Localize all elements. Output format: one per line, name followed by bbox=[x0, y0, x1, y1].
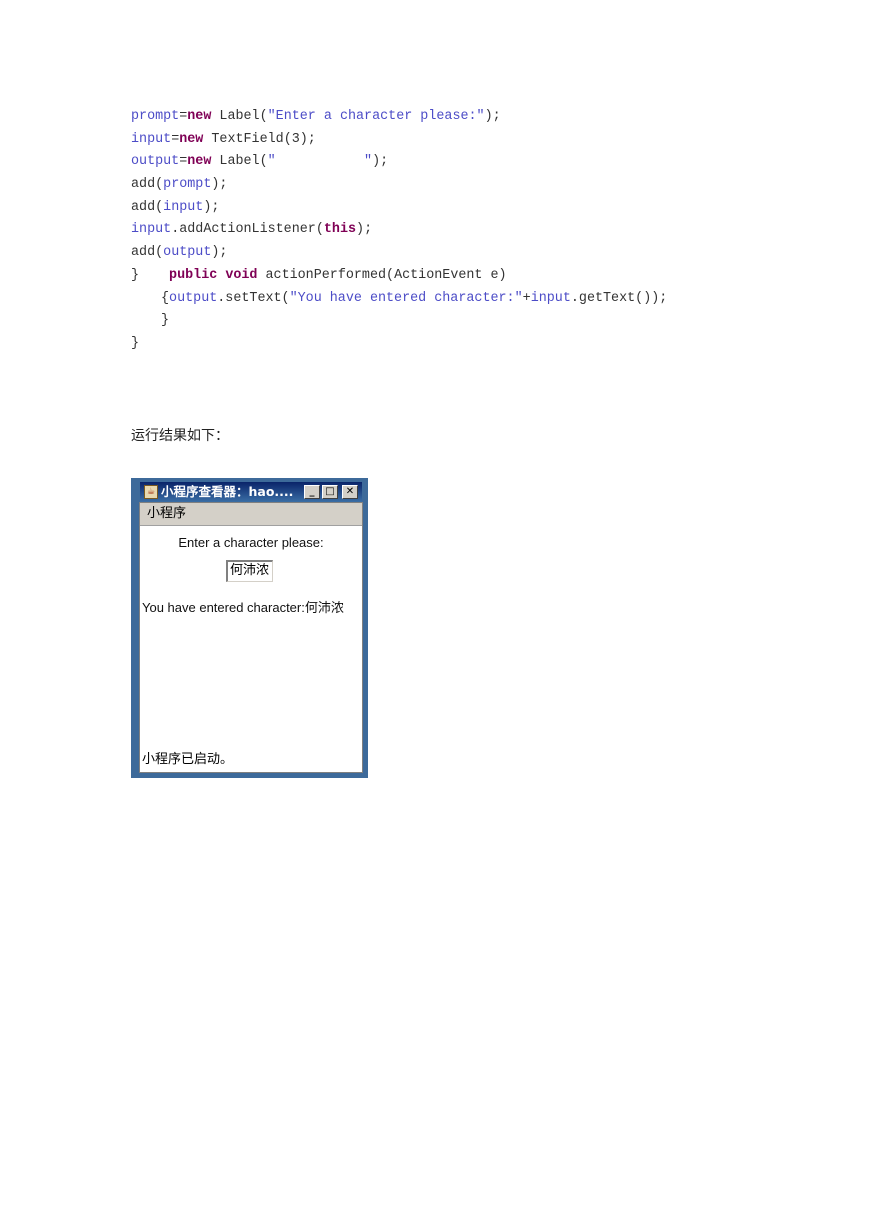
code-line: prompt=new Label("Enter a character plea… bbox=[131, 109, 501, 124]
applet-viewer-window: ☕ 小程序查看器：hao.... _ □ ✕ 小程序 Enter a chara… bbox=[131, 478, 368, 778]
output-label: You have entered character:何沛浓 bbox=[142, 600, 344, 615]
java-app-icon: ☕ bbox=[144, 485, 158, 499]
window-titlebar[interactable]: ☕ 小程序查看器：hao.... _ □ ✕ bbox=[140, 482, 362, 502]
maximize-button[interactable]: □ bbox=[322, 485, 338, 499]
code-line: {output.setText("You have entered charac… bbox=[161, 290, 668, 306]
close-button[interactable]: ✕ bbox=[342, 485, 358, 499]
menu-applet[interactable]: 小程序 bbox=[147, 506, 186, 522]
code-line: } bbox=[131, 335, 140, 351]
code-line: add(input); bbox=[131, 199, 220, 215]
code-line: add(prompt); bbox=[131, 177, 228, 193]
minimize-button[interactable]: _ bbox=[304, 485, 320, 499]
menu-bar: 小程序 bbox=[140, 503, 362, 526]
result-caption: 运行结果如下： bbox=[131, 428, 229, 444]
code-listing: prompt=new Label("Enter a character plea… bbox=[131, 106, 667, 356]
character-input[interactable]: 何沛浓 bbox=[226, 560, 273, 582]
code-line: add(output); bbox=[131, 245, 228, 261]
code-line: } bbox=[161, 313, 170, 329]
code-line: output=new Label(" "); bbox=[131, 154, 389, 170]
window-title: 小程序查看器：hao.... bbox=[161, 484, 294, 499]
prompt-label: Enter a character please: bbox=[178, 535, 324, 550]
code-line: input=new TextField(3); bbox=[131, 131, 316, 147]
code-line: } public void actionPerformed(ActionEvent… bbox=[131, 267, 507, 283]
applet-client-area: 小程序 Enter a character please: 何沛浓 You ha… bbox=[139, 502, 363, 773]
status-text: 小程序已启动。 bbox=[142, 752, 234, 767]
code-line: input.addActionListener(this); bbox=[131, 222, 373, 238]
